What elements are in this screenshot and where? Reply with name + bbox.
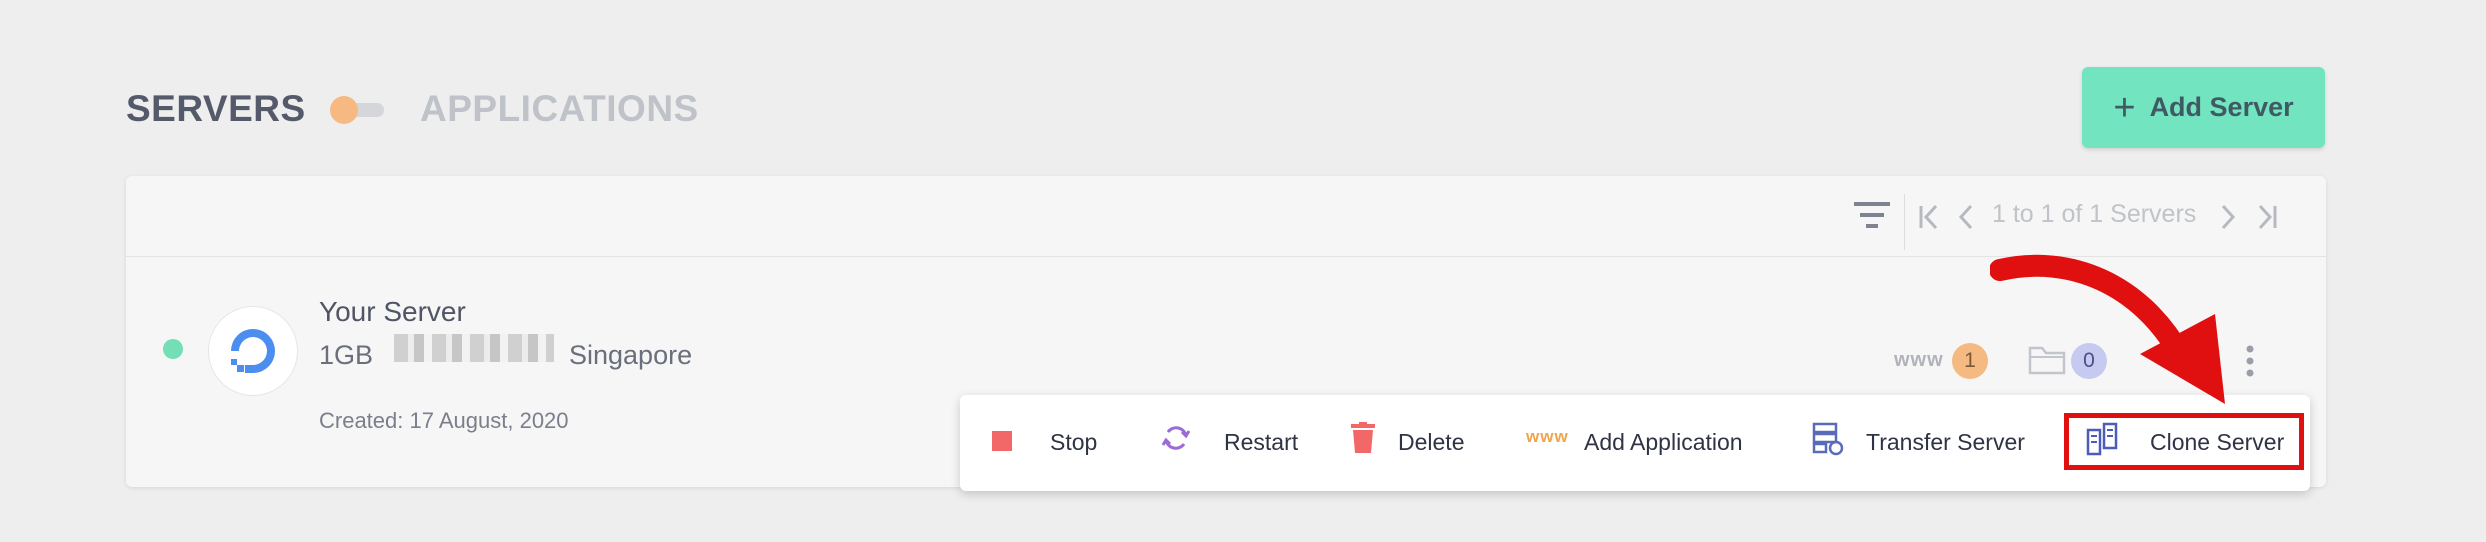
restart-icon [1161,426,1191,450]
applications-count-badge[interactable]: 1 [1952,343,1988,379]
menu-label-add-application: Add Application [1584,429,1743,455]
menu-label-delete: Delete [1398,429,1465,455]
prev-page-icon[interactable] [1958,204,1974,230]
menu-item-transfer-server[interactable]: Transfer Server [1812,420,2042,460]
more-options-icon[interactable] [2245,344,2255,378]
pager-text: 1 to 1 of 1 Servers [1992,200,2197,228]
tab-servers[interactable]: SERVERS [126,88,306,130]
digitalocean-logo [208,306,298,396]
toggle-knob [330,96,358,124]
first-page-icon[interactable] [1918,204,1940,230]
server-created-date: Created: 17 August, 2020 [319,408,569,433]
plus-icon: + [2113,86,2136,129]
server-size: 1GB [319,340,374,370]
trash-icon [1351,422,1375,453]
menu-item-add-application[interactable]: www Add Application [1526,420,1766,460]
add-server-button[interactable]: + Add Server [2082,67,2325,148]
menu-label-stop: Stop [1050,429,1098,455]
server-location: Singapore [569,340,693,370]
next-page-icon[interactable] [2220,204,2236,230]
clone-server-highlight-box [2064,413,2304,470]
menu-label-restart: Restart [1224,429,1299,455]
annotation-arrow-icon [1990,254,2225,404]
menu-item-restart[interactable]: Restart [1160,420,1310,460]
menu-label-transfer-server: Transfer Server [1866,429,2025,455]
www-orange-icon: www [1526,427,1569,446]
tab-applications[interactable]: APPLICATIONS [420,88,699,130]
server-status-indicator [163,339,183,359]
view-toggle[interactable] [330,96,384,124]
add-server-label: Add Server [2149,92,2294,122]
provider-logo-icon [231,329,275,373]
last-page-icon[interactable] [2256,204,2278,230]
stop-icon [992,431,1012,451]
pager-divider [1904,194,1905,250]
sort-icon[interactable] [1854,200,1890,230]
www-icon: www [1894,349,1944,371]
menu-item-delete[interactable]: Delete [1350,420,1490,460]
server-name[interactable]: Your Server [319,296,466,328]
redacted-ip [394,334,554,362]
transfer-server-icon [1812,422,1844,456]
